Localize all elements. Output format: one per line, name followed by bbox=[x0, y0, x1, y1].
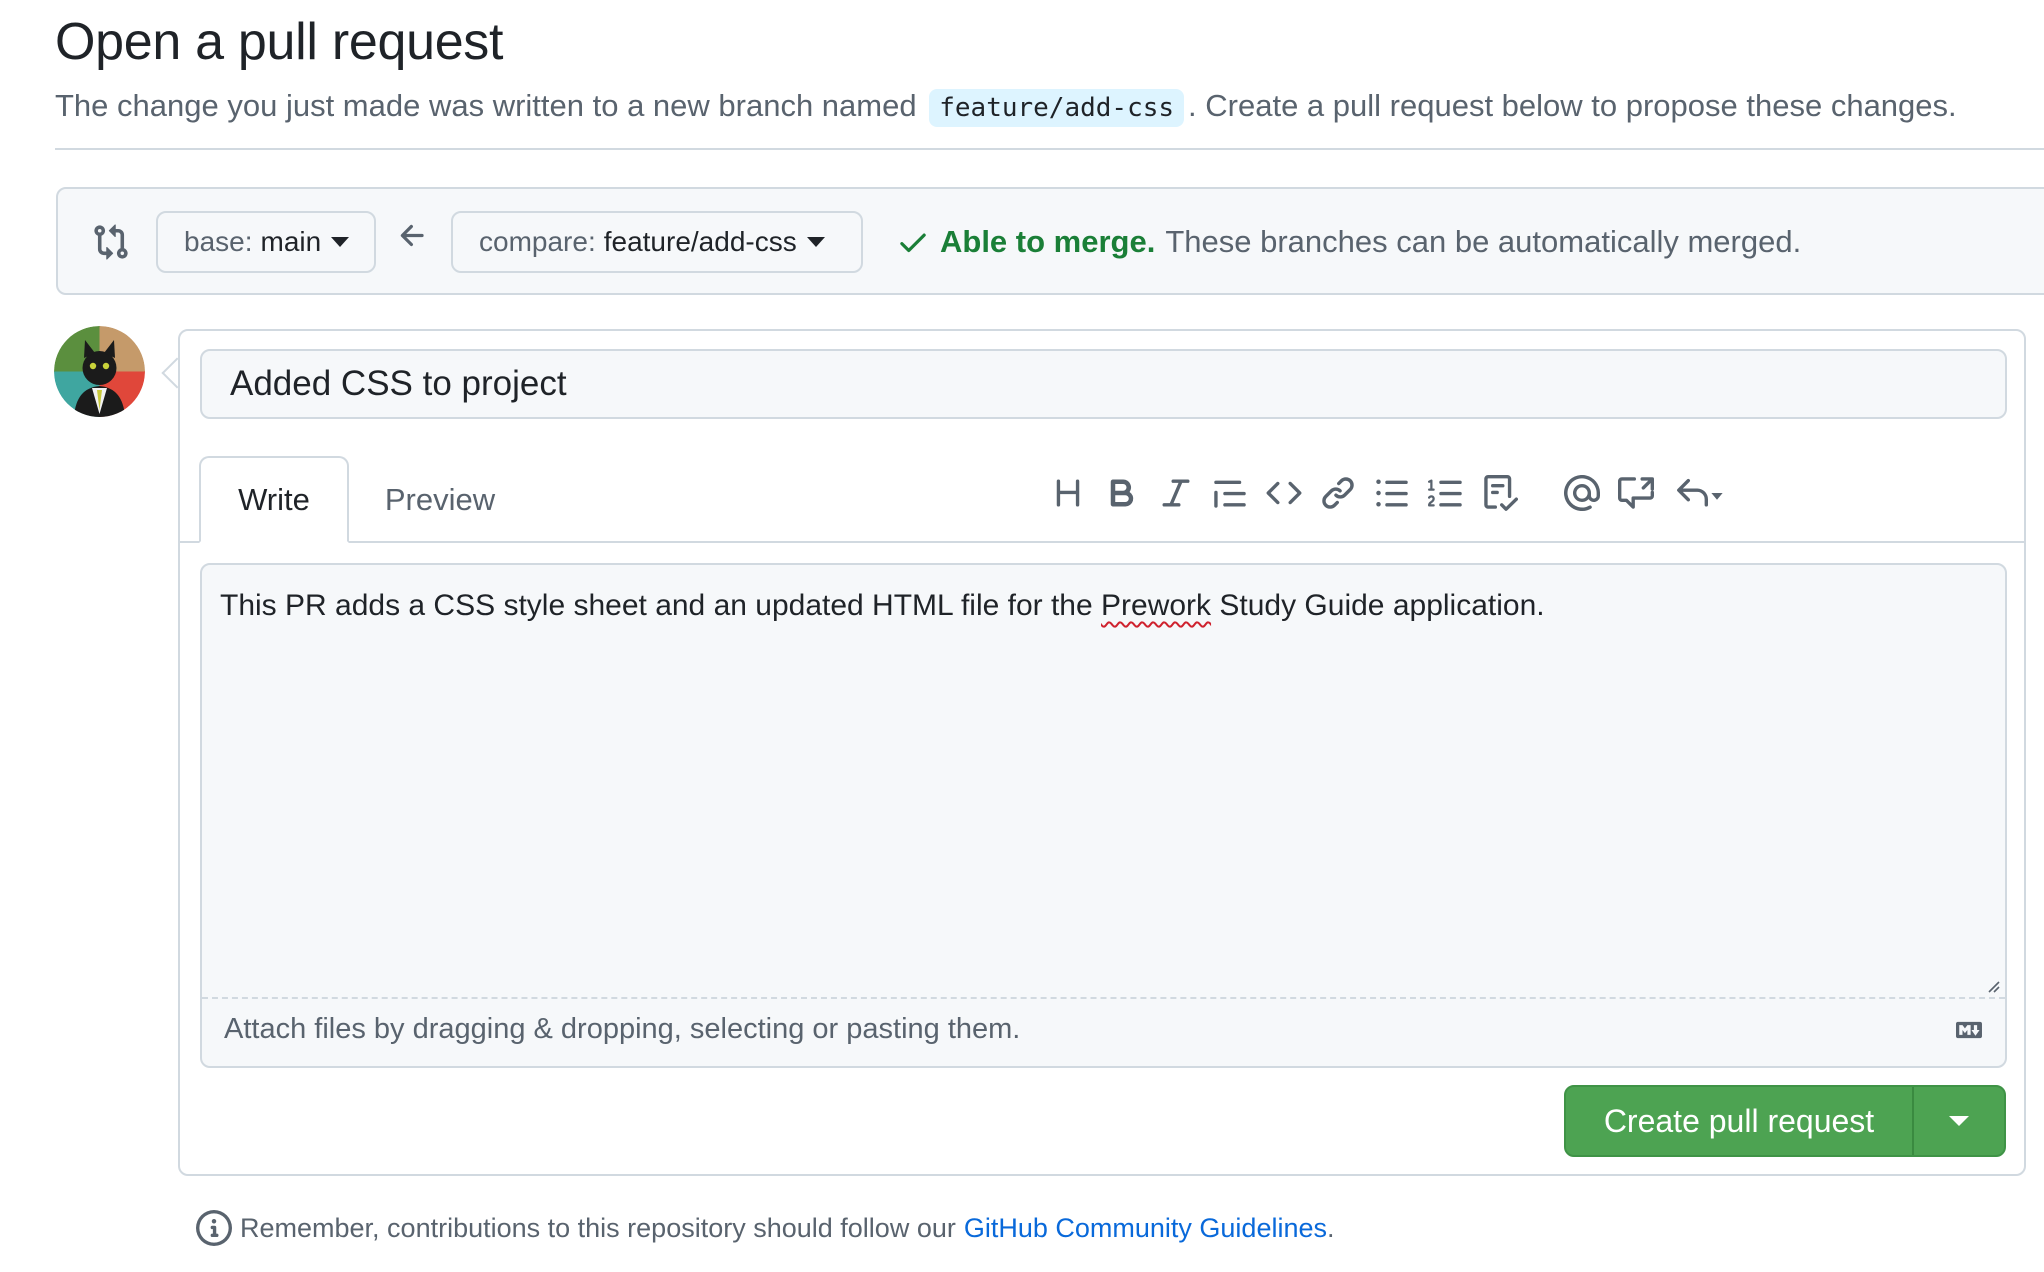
markdown-icon[interactable] bbox=[1951, 1017, 1987, 1043]
branch-name-badge: feature/add-css bbox=[929, 89, 1185, 127]
arrow-left-icon bbox=[400, 224, 424, 247]
body-text-before: This PR adds a CSS style sheet and an up… bbox=[220, 589, 1102, 622]
mention-icon[interactable] bbox=[1560, 471, 1604, 515]
task-list-icon[interactable] bbox=[1478, 471, 1522, 515]
compare-branch-select[interactable]: compare: feature/add-css bbox=[451, 211, 863, 273]
pr-body-textarea[interactable]: This PR adds a CSS style sheet and an up… bbox=[200, 563, 2007, 1068]
page-title: Open a pull request bbox=[55, 13, 504, 71]
guidelines-note-period: . bbox=[1327, 1212, 1335, 1243]
body-text-after: Study Guide application. bbox=[1211, 589, 1545, 622]
ordered-list-icon[interactable] bbox=[1424, 471, 1468, 515]
branch-range-editor: base: main compare: feature/add-css Able… bbox=[56, 187, 2044, 295]
create-pull-request-button[interactable]: Create pull request bbox=[1564, 1085, 2006, 1157]
pr-body-text: This PR adds a CSS style sheet and an up… bbox=[220, 589, 1545, 623]
avatar[interactable] bbox=[54, 326, 145, 417]
resize-handle-icon[interactable] bbox=[1985, 978, 2001, 994]
bold-icon[interactable] bbox=[1100, 471, 1144, 515]
tab-write[interactable]: Write bbox=[199, 456, 349, 543]
create-options-dropdown[interactable] bbox=[1914, 1087, 2004, 1155]
page-subtitle: The change you just made was written to … bbox=[55, 88, 1957, 127]
check-icon bbox=[900, 233, 926, 253]
subtitle-text-after: . Create a pull request below to propose… bbox=[1188, 88, 1957, 123]
compare-branch-name: feature/add-css bbox=[603, 226, 797, 257]
pr-title-input[interactable] bbox=[200, 349, 2007, 419]
tab-preview[interactable]: Preview bbox=[360, 456, 520, 543]
base-prefix: base: bbox=[184, 226, 253, 257]
chevron-down-icon bbox=[1949, 1116, 1969, 1126]
contribution-guidelines-note: Remember, contributions to this reposito… bbox=[196, 1210, 1335, 1246]
reference-icon[interactable] bbox=[1614, 471, 1658, 515]
guidelines-note-text: Remember, contributions to this reposito… bbox=[240, 1212, 956, 1243]
misspelled-word: Prework bbox=[1101, 589, 1212, 622]
saved-replies-icon[interactable] bbox=[1668, 471, 1730, 515]
attach-divider bbox=[202, 997, 2005, 999]
divider bbox=[55, 148, 2044, 150]
info-icon bbox=[196, 1210, 232, 1246]
link-icon[interactable] bbox=[1316, 471, 1360, 515]
base-branch-select[interactable]: base: main bbox=[156, 211, 376, 273]
git-compare-icon bbox=[94, 224, 128, 260]
compare-prefix: compare: bbox=[479, 226, 596, 257]
chevron-down-icon bbox=[806, 237, 825, 247]
merge-description: These branches can be automatically merg… bbox=[1165, 224, 1802, 259]
unordered-list-icon[interactable] bbox=[1370, 471, 1414, 515]
merge-ok-label: Able to merge. bbox=[940, 224, 1156, 259]
italic-icon[interactable] bbox=[1154, 471, 1198, 515]
create-pull-request-label[interactable]: Create pull request bbox=[1566, 1087, 1912, 1155]
tab-divider bbox=[180, 541, 2024, 543]
chevron-down-icon bbox=[331, 237, 350, 247]
community-guidelines-link[interactable]: GitHub Community Guidelines bbox=[964, 1213, 1327, 1244]
pull-request-form: Write Preview bbox=[178, 329, 2026, 1176]
quote-icon[interactable] bbox=[1208, 471, 1252, 515]
base-branch-name: main bbox=[260, 226, 322, 257]
avatar-cat-image bbox=[54, 326, 145, 417]
merge-status: Able to merge. These branches can be aut… bbox=[896, 224, 1801, 260]
code-icon[interactable] bbox=[1262, 471, 1306, 515]
heading-icon[interactable] bbox=[1046, 471, 1090, 515]
attach-files-hint[interactable]: Attach files by dragging & dropping, sel… bbox=[224, 1013, 1020, 1046]
subtitle-text: The change you just made was written to … bbox=[55, 88, 917, 123]
